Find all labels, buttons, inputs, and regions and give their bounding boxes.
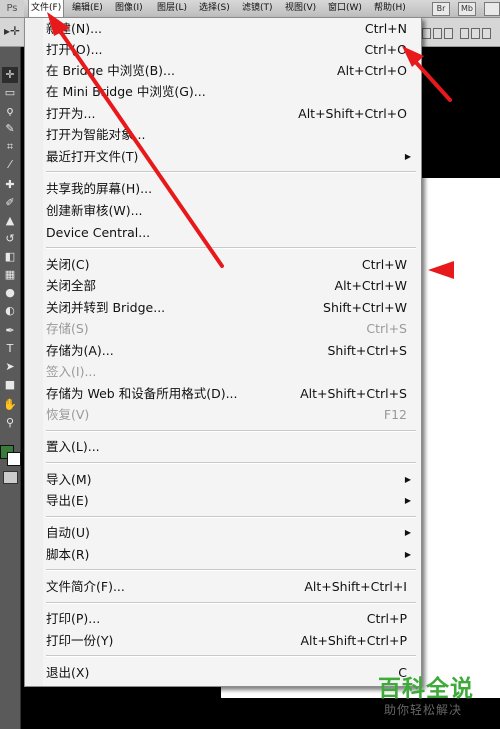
menu-item-print[interactable]: 打印(P)... Ctrl+P (25, 608, 421, 629)
photoshop-logo: Ps (0, 0, 24, 17)
menu-filter[interactable]: 滤镜(T) (242, 0, 273, 17)
menu-item-scripts[interactable]: 脚本(R) ▶ (25, 544, 421, 565)
align-buttons (420, 22, 500, 42)
hand-tool-icon[interactable]: ✋ (2, 397, 18, 413)
menu-separator (46, 516, 416, 518)
menu-item-file-info[interactable]: 文件简介(F)... Alt+Shift+Ctrl+I (25, 576, 421, 597)
align-hcenter-icon[interactable] (471, 28, 480, 39)
submenu-arrow-icon: ▶ (404, 152, 411, 161)
submenu-arrow-icon: ▶ (404, 475, 411, 484)
menu-select[interactable]: 选择(S) (199, 0, 230, 17)
menu-edit[interactable]: 编辑(E) (72, 0, 103, 17)
brush-tool-icon[interactable]: ✐ (2, 195, 18, 211)
menu-item-open-as[interactable]: 打开为... Alt+Shift+Ctrl+O (25, 103, 421, 124)
quick-mask-icon[interactable] (3, 471, 18, 484)
shape-tool-icon[interactable]: ■ (2, 377, 18, 393)
menu-separator (46, 569, 416, 571)
menu-item-close-all[interactable]: 关闭全部 Alt+Ctrl+W (25, 275, 421, 296)
menu-separator (46, 602, 416, 604)
menu-separator (46, 430, 416, 432)
toolbox: ✛ ▭ ϙ ✎ ⌗ ⁄ ✚ ✐ ▲ ↺ ◧ ▦ ● ◐ ✒ T ➤ ■ ✋ ⚲ (0, 47, 21, 729)
watermark-subtitle: 助你轻松解决 (384, 703, 463, 717)
history-brush-tool-icon[interactable]: ↺ (2, 231, 18, 247)
menu-item-check-in: 签入(I)... (46, 364, 97, 379)
menu-separator (46, 655, 416, 657)
menu-item-new[interactable]: 新建(N)... Ctrl+N (25, 18, 421, 39)
menu-item-exit[interactable]: 退出(X) C (25, 662, 421, 683)
align-right-icon[interactable] (482, 28, 491, 39)
zoom-tool-icon[interactable]: ⚲ (2, 415, 18, 431)
menu-item-close-and-go-to-bridge[interactable]: 关闭并转到 Bridge... Shift+Ctrl+W (25, 297, 421, 318)
baike-watermark: 百科全说 助你轻松解决 (372, 669, 496, 725)
menu-item-browse-in-mini-bridge[interactable]: 在 Mini Bridge 中浏览(G)... (25, 81, 421, 102)
healing-brush-tool-icon[interactable]: ✚ (2, 177, 18, 193)
path-selection-tool-icon[interactable]: ➤ (2, 359, 18, 375)
move-tool-options-icon[interactable]: ▸✛ (4, 24, 20, 38)
background-color-swatch[interactable] (7, 452, 21, 466)
menu-bar: Ps 文件(F) 编辑(E) 图像(I) 图层(L) 选择(S) 滤镜(T) 视… (0, 0, 500, 18)
menu-item-open-recent[interactable]: 最近打开文件(T) ▶ (25, 146, 421, 167)
menu-help[interactable]: 帮助(H) (374, 0, 406, 17)
menu-item-save-for-web[interactable]: 存储为 Web 和设备所用格式(D)... Alt+Shift+Ctrl+S (25, 383, 421, 404)
menu-item-save: 存储(S) Ctrl+S (46, 321, 407, 336)
align-bottom-icon[interactable] (444, 28, 453, 39)
lasso-tool-icon[interactable]: ϙ (2, 103, 18, 119)
menu-item-open-as-smart-object[interactable]: 打开为智能对象... (25, 124, 421, 145)
menu-separator (46, 247, 416, 249)
eraser-tool-icon[interactable]: ◧ (2, 249, 18, 265)
menu-item-share-my-screen[interactable]: 共享我的屏幕(H)... (25, 178, 421, 199)
menu-item-place[interactable]: 置入(L)... (25, 436, 421, 457)
menu-item-device-central[interactable]: Device Central... (25, 222, 421, 243)
menu-item-print-one-copy[interactable]: 打印一份(Y) Alt+Shift+Ctrl+P (25, 630, 421, 651)
align-top-icon[interactable] (422, 28, 431, 39)
submenu-arrow-icon: ▶ (404, 528, 411, 537)
watermark-title: 百科全说 (378, 676, 474, 702)
gradient-tool-icon[interactable]: ▦ (2, 267, 18, 283)
menu-item-import[interactable]: 导入(M) ▶ (25, 469, 421, 490)
menu-item-export[interactable]: 导出(E) ▶ (25, 490, 421, 511)
menu-item-browse-in-bridge[interactable]: 在 Bridge 中浏览(B)... Alt+Ctrl+O (25, 60, 421, 81)
align-vcenter-icon[interactable] (433, 28, 442, 39)
menu-separator (46, 462, 416, 464)
menu-item-open[interactable]: 打开(O)... Ctrl+O (25, 39, 421, 60)
blur-tool-icon[interactable]: ● (2, 285, 18, 301)
menu-image[interactable]: 图像(I) (115, 0, 143, 17)
quick-selection-tool-icon[interactable]: ✎ (2, 121, 18, 137)
menu-item-revert: 恢复(V) F12 (46, 407, 407, 422)
mini-bridge-button[interactable]: Mb (458, 2, 476, 16)
align-left-icon[interactable] (460, 28, 469, 39)
file-menu-dropdown: 新建(N)... Ctrl+N 打开(O)... Ctrl+O 在 Bridge 中… (24, 17, 422, 687)
menu-item-save-as[interactable]: 存储为(A)... Shift+Ctrl+S (25, 340, 421, 361)
view-extras-button[interactable] (484, 2, 500, 16)
dodge-tool-icon[interactable]: ◐ (2, 303, 18, 319)
menu-window[interactable]: 窗口(W) (328, 0, 362, 17)
move-tool-icon[interactable]: ✛ (2, 67, 18, 83)
menu-item-automate[interactable]: 自动(U) ▶ (25, 522, 421, 543)
submenu-arrow-icon: ▶ (404, 550, 411, 559)
menu-view[interactable]: 视图(V) (285, 0, 316, 17)
red-arrowhead-annotation (428, 261, 454, 279)
clone-stamp-tool-icon[interactable]: ▲ (2, 213, 18, 229)
menu-item-create-new-review[interactable]: 创建新审核(W)... (25, 200, 421, 221)
menu-separator (46, 171, 416, 173)
bridge-button[interactable]: Br (432, 2, 450, 16)
menu-layer[interactable]: 图层(L) (157, 0, 187, 17)
eyedropper-tool-icon[interactable]: ⁄ (2, 157, 18, 173)
pen-tool-icon[interactable]: ✒ (2, 323, 18, 339)
submenu-arrow-icon: ▶ (404, 496, 411, 505)
menu-file[interactable]: 文件(F) (28, 0, 65, 18)
type-tool-icon[interactable]: T (2, 341, 18, 357)
crop-tool-icon[interactable]: ⌗ (2, 139, 18, 155)
menu-item-close[interactable]: 关闭(C) Ctrl+W (25, 254, 421, 275)
marquee-tool-icon[interactable]: ▭ (2, 85, 18, 101)
